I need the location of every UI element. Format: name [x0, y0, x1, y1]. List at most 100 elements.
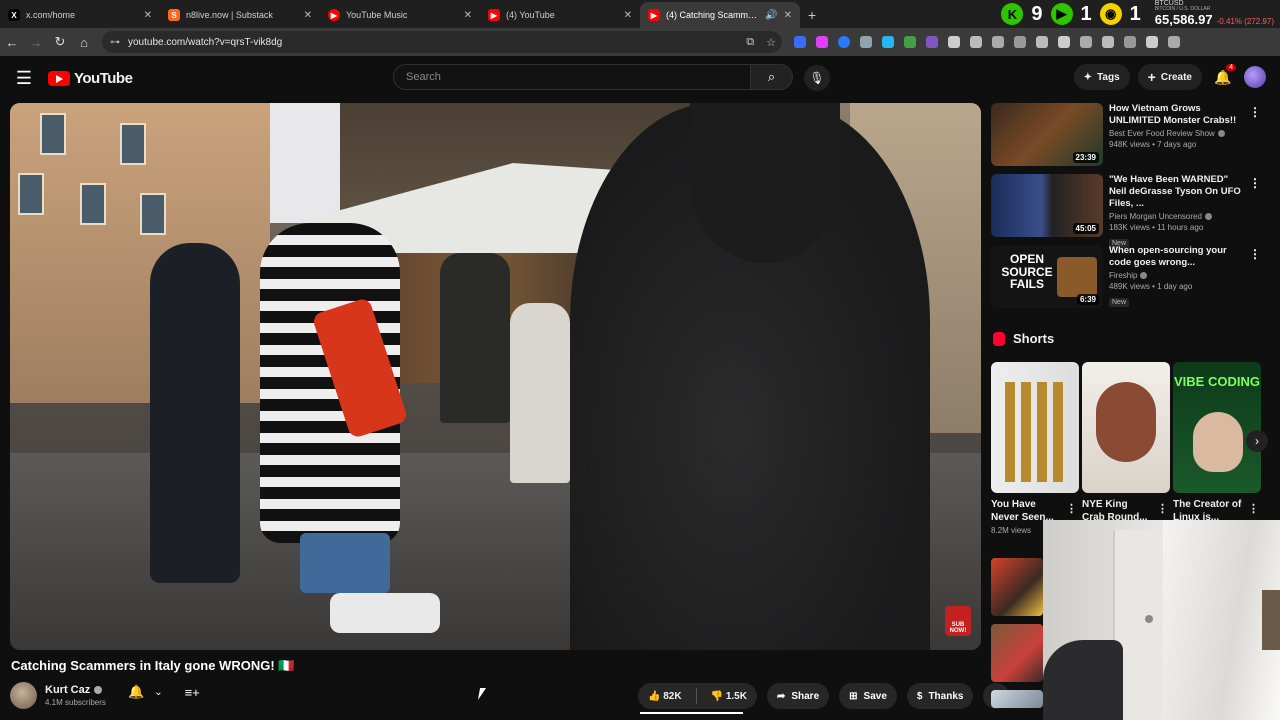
play-badge-icon[interactable]: ▶	[1050, 3, 1073, 25]
subscription-controls: 🔔 ⌄ ≡+	[128, 684, 200, 700]
share-button[interactable]: ➦ Share	[766, 683, 830, 709]
video-thumbnail[interactable]: 45:05	[991, 174, 1103, 237]
close-icon[interactable]: ✕	[144, 10, 152, 21]
like-button[interactable]: 👍 82K	[648, 691, 682, 702]
short-thumbnail[interactable]	[1082, 362, 1170, 493]
short-thumbnail[interactable]	[991, 362, 1079, 493]
voice-search-icon[interactable]: 🎙	[804, 65, 830, 91]
video-thumbnail[interactable]: 23:39	[991, 103, 1103, 166]
recommendation-channel[interactable]: Piers Morgan Uncensored	[1109, 212, 1202, 221]
search-button[interactable]: ⌕	[751, 64, 793, 90]
extension-icon[interactable]	[1124, 36, 1136, 48]
tab-title: x.com/home	[26, 10, 76, 20]
channel-avatar[interactable]	[10, 682, 37, 709]
extension-icon[interactable]	[992, 36, 1004, 48]
bookmark-star-icon[interactable]: ☆	[766, 36, 776, 49]
extension-icon[interactable]	[882, 36, 894, 48]
add-to-queue-icon[interactable]: ≡+	[185, 685, 200, 700]
video-thumbnail[interactable]	[991, 624, 1043, 682]
new-tab-button[interactable]: +	[800, 2, 824, 28]
notifications-bell-icon[interactable]: 🔔 4	[1210, 64, 1236, 90]
browser-tab[interactable]: ▶ YouTube Music ✕	[320, 2, 480, 28]
tags-button[interactable]: ✦ Tags	[1073, 64, 1130, 90]
extension-icon[interactable]	[1036, 36, 1048, 48]
youtube-play-icon	[48, 70, 70, 86]
sub-now-watermark: SUB NOW!	[945, 606, 971, 636]
kebab-menu-icon[interactable]: ⋮	[1157, 502, 1168, 515]
recommendation-channel[interactable]: Best Ever Food Review Show	[1109, 129, 1215, 138]
hamburger-menu-icon[interactable]: ☰	[0, 68, 48, 89]
home-icon[interactable]: ⌂	[72, 30, 96, 54]
video-thumbnail[interactable]	[991, 690, 1043, 708]
video-player[interactable]: SUB NOW!	[10, 103, 981, 650]
video-frame-person	[150, 243, 240, 583]
x-icon: X	[8, 9, 20, 21]
kebab-menu-icon[interactable]: ⋮	[1249, 247, 1261, 261]
extension-icon[interactable]	[816, 36, 828, 48]
video-thumbnail[interactable]: OPEN SOURCE FAILS 6:39	[991, 245, 1103, 308]
close-icon[interactable]: ✕	[464, 10, 472, 21]
tab-title: (4) Catching Scammers in I	[666, 10, 760, 20]
kebab-menu-icon[interactable]: ⋮	[1066, 502, 1077, 515]
recommendations-list: 23:39 How Vietnam Grows UNLIMITED Monste…	[991, 103, 1271, 316]
header-actions: ✦ Tags + Create 🔔 4	[1073, 64, 1266, 90]
short-thumbnail[interactable]: VIBE CODING	[1173, 362, 1261, 493]
youtube-logo[interactable]: YouTube	[48, 70, 133, 87]
extension-icon[interactable]	[838, 36, 850, 48]
extension-icon[interactable]	[970, 36, 982, 48]
close-icon[interactable]: ✕	[624, 10, 632, 21]
browser-tab[interactable]: ▶ (4) YouTube ✕	[480, 2, 640, 28]
recommendation-title[interactable]: How Vietnam Grows UNLIMITED Monster Crab…	[1109, 103, 1244, 127]
speaker-icon[interactable]: 🔊	[765, 10, 777, 21]
avatar[interactable]	[1244, 66, 1266, 88]
chevron-down-icon[interactable]: ⌄	[154, 687, 162, 698]
bell-icon[interactable]: 🔔	[128, 684, 144, 700]
site-info-icon[interactable]: ⊶	[110, 37, 120, 48]
url-field[interactable]: ⊶ youtube.com/watch?v=qrsT-vik8dg ⧉ ☆	[102, 31, 782, 53]
kebab-menu-icon[interactable]: ⋮	[1248, 502, 1259, 515]
chevron-right-icon[interactable]: ›	[1246, 430, 1268, 452]
youtube-header: ☰ YouTube ⌕ 🎙 ✦ Tags + Create 🔔4	[0, 56, 1280, 100]
youtube-icon: ▶	[488, 9, 500, 21]
recommendation-channel[interactable]: Fireship	[1109, 271, 1137, 280]
extension-icon[interactable]	[1080, 36, 1092, 48]
extension-icon[interactable]	[1014, 36, 1026, 48]
extension-icon[interactable]	[1102, 36, 1114, 48]
extension-icon[interactable]	[1146, 36, 1158, 48]
recommendation-item[interactable]: OPEN SOURCE FAILS 6:39 When open-sourcin…	[991, 245, 1271, 315]
glasses-count: 1	[1129, 2, 1141, 25]
extension-icon[interactable]	[1168, 36, 1180, 48]
browser-tab[interactable]: X x.com/home ✕	[0, 2, 160, 28]
browser-tab[interactable]: S n8live.now | Substack ✕	[160, 2, 320, 28]
dislike-button[interactable]: 👎 1.5K	[711, 691, 747, 702]
forward-icon[interactable]: →	[24, 30, 48, 54]
video-frame-shorts	[300, 533, 390, 593]
recommendation-title[interactable]: "We Have Been WARNED" Neil deGrasse Tyso…	[1109, 174, 1244, 210]
install-icon[interactable]: ⧉	[746, 36, 754, 49]
channel-name[interactable]: Kurt Caz	[45, 684, 90, 696]
close-icon[interactable]: ✕	[304, 10, 312, 21]
search-input[interactable]	[393, 64, 751, 90]
video-thumbnail[interactable]	[991, 558, 1043, 616]
kebab-menu-icon[interactable]: ⋮	[1249, 176, 1261, 190]
extension-icon[interactable]	[926, 36, 938, 48]
browser-tab-active[interactable]: ▶ (4) Catching Scammers in I 🔊 ✕	[640, 2, 800, 28]
kebab-menu-icon[interactable]: ⋮	[1249, 105, 1261, 119]
recommendation-item[interactable]: 45:05 "We Have Been WARNED" Neil deGrass…	[991, 174, 1271, 248]
glasses-badge-icon[interactable]: ◉	[1099, 3, 1122, 25]
extension-icon[interactable]	[860, 36, 872, 48]
k-badge-icon[interactable]: K	[1001, 3, 1024, 25]
extension-icon[interactable]	[904, 36, 916, 48]
thanks-button[interactable]: $ Thanks	[906, 683, 974, 709]
close-icon[interactable]: ✕	[784, 10, 792, 21]
reload-icon[interactable]: ↻	[48, 30, 72, 54]
save-button[interactable]: ⊞ Save	[839, 683, 897, 709]
recommendation-item[interactable]: 23:39 How Vietnam Grows UNLIMITED Monste…	[991, 103, 1271, 173]
create-button[interactable]: + Create	[1137, 64, 1202, 90]
extension-icon[interactable]	[794, 36, 806, 48]
recommendation-title[interactable]: When open-sourcing your code goes wrong.…	[1109, 245, 1244, 269]
extension-icon[interactable]	[948, 36, 960, 48]
divider	[695, 688, 697, 704]
extension-icon[interactable]	[1058, 36, 1070, 48]
back-icon[interactable]: ←	[0, 30, 24, 54]
